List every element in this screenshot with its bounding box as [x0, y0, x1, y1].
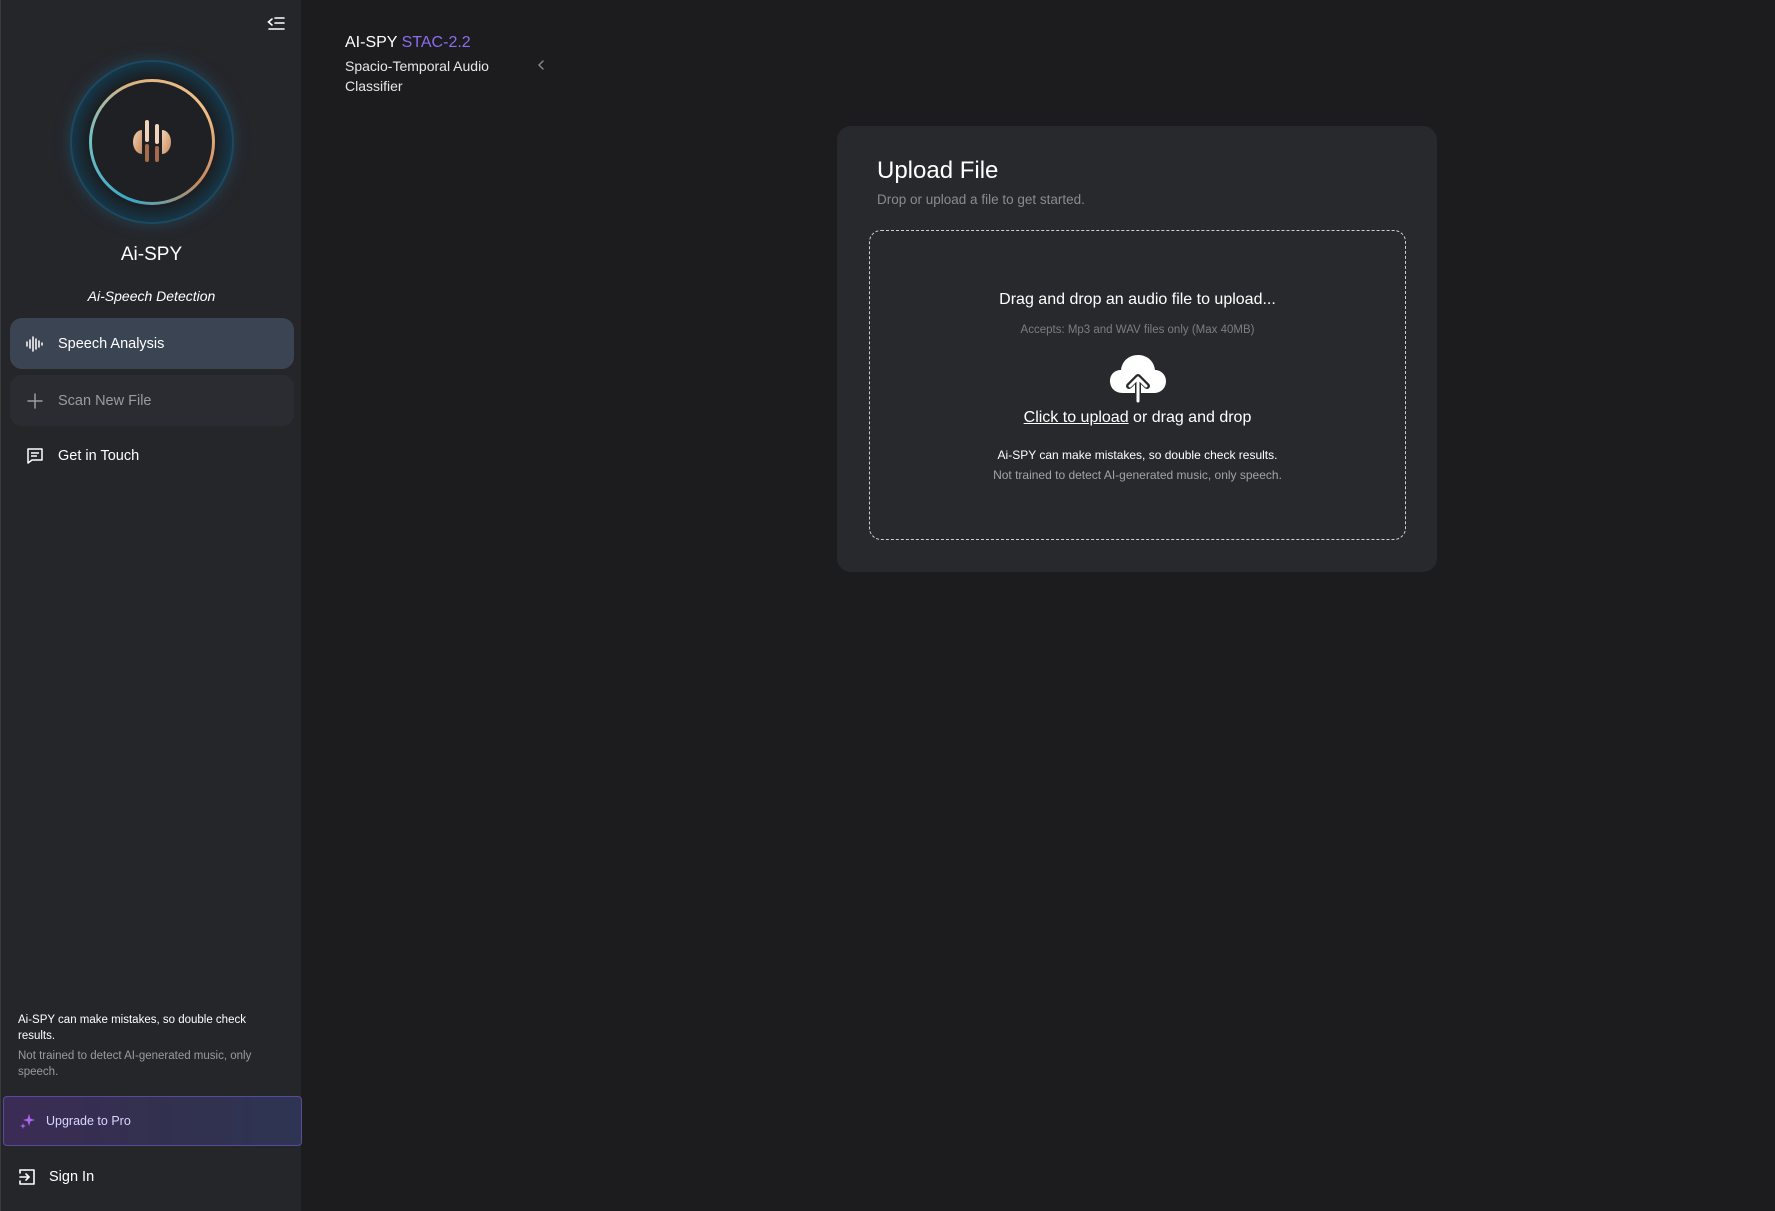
- nav-scan-new-file-label: Scan New File: [58, 392, 152, 409]
- logo-mark-icon: [133, 120, 171, 162]
- upload-title: Upload File: [877, 157, 999, 184]
- app-header: AI-SPY STAC-2.2 Spacio-Temporal Audio Cl…: [345, 34, 545, 96]
- sign-in-button[interactable]: Sign In: [18, 1168, 94, 1186]
- app-logo: [72, 62, 232, 222]
- sidebar-disclaimer-line1: Ai-SPY can make mistakes, so double chec…: [18, 1014, 246, 1042]
- sidebar: Ai-SPY Ai-Speech Detection Speech Analys…: [0, 0, 302, 1211]
- app-subtitle: Spacio-Temporal Audio Classifier: [345, 58, 489, 94]
- dropzone-warning-line2: Not trained to detect AI-generated music…: [993, 468, 1282, 482]
- nav-scan-new-file[interactable]: Scan New File: [10, 375, 294, 426]
- nav-get-in-touch[interactable]: Get in Touch: [10, 430, 294, 481]
- logo-ring: [89, 79, 215, 205]
- dropzone-title: Drag and drop an audio file to upload...: [999, 291, 1276, 308]
- sign-in-label: Sign In: [49, 1169, 95, 1185]
- sign-in-icon: [18, 1168, 36, 1186]
- sparkle-icon: [20, 1113, 36, 1129]
- nav-speech-analysis[interactable]: Speech Analysis: [10, 318, 294, 369]
- dropzone-accepts: Accepts: Mp3 and WAV files only (Max 40M…: [1020, 324, 1255, 336]
- brand-name: Ai-SPY: [120, 244, 183, 265]
- app-version: STAC-2.2: [401, 34, 471, 51]
- waveform-icon: [25, 334, 45, 354]
- app-title-prefix: AI-SPY: [345, 34, 398, 51]
- upgrade-to-pro-button[interactable]: Upgrade to Pro: [3, 1096, 302, 1146]
- brand-tagline: Ai-Speech Detection: [87, 288, 216, 304]
- upload-card: Upload File Drop or upload a file to get…: [837, 126, 1437, 572]
- drag-and-drop-text: or drag and drop: [1128, 409, 1252, 426]
- dropzone-warning-line1: Ai-SPY can make mistakes, so double chec…: [997, 448, 1278, 462]
- sidebar-disclaimer-line2: Not trained to detect AI-generated music…: [18, 1050, 252, 1078]
- app-title: AI-SPY STAC-2.2: [345, 34, 545, 52]
- chevron-left-icon: [538, 60, 544, 70]
- collapse-sidebar-icon: [267, 17, 285, 30]
- collapse-sidebar-button[interactable]: [263, 12, 289, 36]
- chevron-left-button[interactable]: [534, 58, 548, 72]
- message-icon: [25, 446, 45, 466]
- nav-get-in-touch-label: Get in Touch: [58, 447, 140, 464]
- nav-speech-analysis-label: Speech Analysis: [58, 335, 165, 352]
- sidebar-disclaimer: Ai-SPY can make mistakes, so double chec…: [18, 1012, 278, 1080]
- upload-subtitle: Drop or upload a file to get started.: [877, 192, 1085, 207]
- cloud-upload-icon: [1110, 355, 1166, 403]
- click-to-upload-link[interactable]: Click to upload: [1024, 409, 1129, 426]
- plus-icon: [25, 391, 45, 411]
- file-dropzone[interactable]: Drag and drop an audio file to upload...…: [869, 230, 1406, 540]
- dropzone-click-text: Click to upload or drag and drop: [870, 409, 1405, 427]
- upgrade-to-pro-label: Upgrade to Pro: [46, 1114, 131, 1128]
